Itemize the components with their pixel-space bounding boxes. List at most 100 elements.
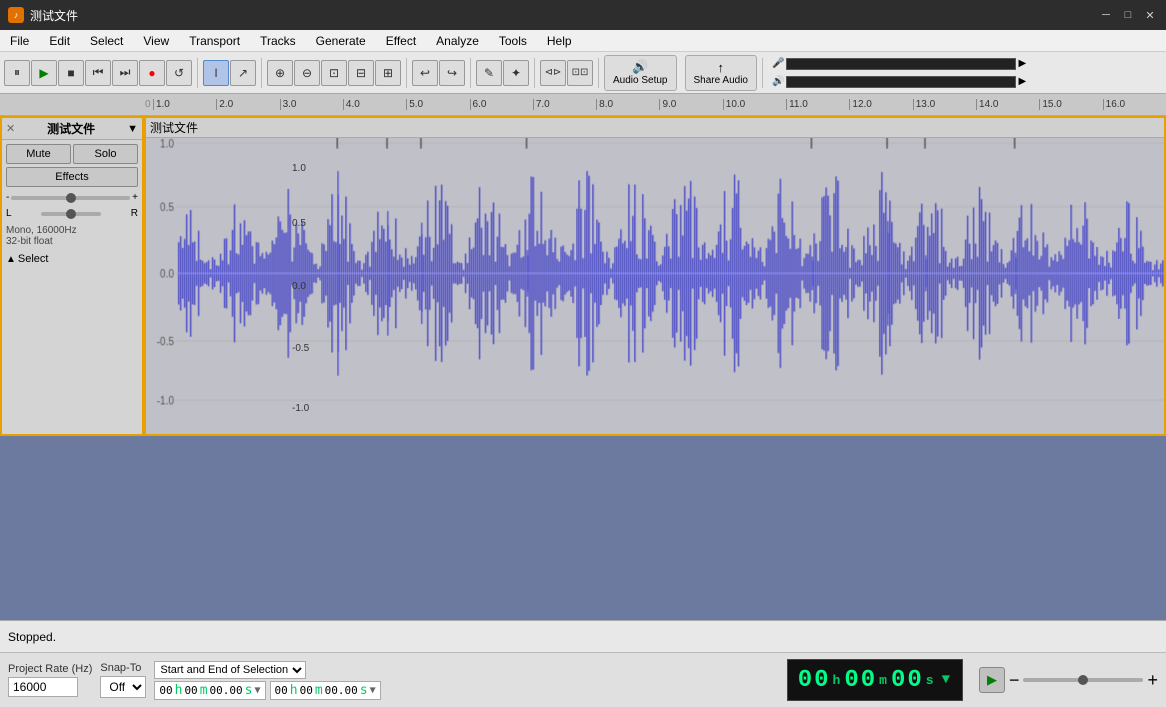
ruler-tick: 13.0 xyxy=(913,99,976,110)
select-row: ▲ Select xyxy=(2,251,142,267)
next-button[interactable]: ⏭ xyxy=(112,60,138,86)
menu-item-file[interactable]: File xyxy=(0,30,39,51)
time2-arrow[interactable]: ▼ xyxy=(370,685,376,696)
zoom-fit-button[interactable]: ⊟ xyxy=(348,60,374,86)
time2-min: 00 xyxy=(300,684,313,697)
minimize-button[interactable]: ─ xyxy=(1098,7,1114,23)
undo-button[interactable]: ↩ xyxy=(412,60,438,86)
pause-button[interactable]: ⏸ xyxy=(4,60,30,86)
time-display-arrow[interactable]: ▼ xyxy=(942,672,952,688)
audio-setup-button[interactable]: 🔊 Audio Setup xyxy=(604,55,677,91)
ruler-tick: 4.0 xyxy=(343,99,406,110)
vu-meter-rec: 🎤 ▶ xyxy=(772,56,1026,72)
menu-item-analyze[interactable]: Analyze xyxy=(426,30,489,51)
speed-thumb xyxy=(1078,675,1088,685)
display-seconds: 00 xyxy=(891,667,924,694)
menu-item-edit[interactable]: Edit xyxy=(39,30,80,51)
zoom-in-button[interactable]: ⊕ xyxy=(267,60,293,86)
vu-meters: 🎤 ▶ 🔊 ▶ xyxy=(772,56,1026,90)
track-menu-button[interactable]: ▼ xyxy=(127,123,138,135)
menu-item-generate[interactable]: Generate xyxy=(306,30,376,51)
play-button[interactable]: ▶ xyxy=(31,60,57,86)
pan-thumb xyxy=(66,209,76,219)
zoom-out2-button[interactable]: ⊞ xyxy=(375,60,401,86)
loop-button[interactable]: ↺ xyxy=(166,60,192,86)
menu-item-tools[interactable]: Tools xyxy=(489,30,537,51)
y-scale-bot: -1.0 xyxy=(292,403,309,414)
ruler-tick: 10.0 xyxy=(723,99,786,110)
stop-button[interactable]: ■ xyxy=(58,60,84,86)
selection-section: Start and End of Selection 00 h 00 m 00.… xyxy=(154,661,778,700)
project-rate-input[interactable] xyxy=(8,677,78,697)
draw-tool[interactable]: ✎ xyxy=(476,60,502,86)
select-tool[interactable]: I xyxy=(203,60,229,86)
speed-slider[interactable] xyxy=(1023,678,1143,682)
select-label[interactable]: Select xyxy=(18,253,49,265)
zoom-out-button[interactable]: ⊖ xyxy=(294,60,320,86)
redo-button[interactable]: ↪ xyxy=(439,60,465,86)
vu-expand-icon[interactable]: ▶ xyxy=(1018,58,1026,69)
app-icon: ♪ xyxy=(8,7,24,23)
silence-tool[interactable]: ⊡⊡ xyxy=(567,60,593,86)
close-button[interactable]: ✕ xyxy=(1142,7,1158,23)
mute-button[interactable]: Mute xyxy=(6,144,71,164)
selection-type-select[interactable]: Start and End of Selection xyxy=(154,661,306,679)
titlebar: ♪ 测试文件 ─ □ ✕ xyxy=(0,0,1166,30)
ruler-tick: 2.0 xyxy=(216,99,279,110)
time2-value: 00 xyxy=(275,684,288,697)
speed-control: − + xyxy=(1009,670,1158,691)
effects-button[interactable]: Effects xyxy=(6,167,138,187)
trim-tool[interactable]: ⊲⊳ xyxy=(540,60,566,86)
ruler-tick: 16.0 xyxy=(1103,99,1166,110)
vu-rec-icon: 🎤 xyxy=(772,58,784,69)
time-inputs: 00 h 00 m 00.00 s ▼ 00 h 00 m 00.00 s ▼ xyxy=(154,681,778,700)
ruler-zero: 0 xyxy=(145,99,151,110)
s-unit: s xyxy=(926,673,936,688)
time1-arrow[interactable]: ▼ xyxy=(254,685,260,696)
snap-to-select[interactable]: Off xyxy=(100,676,146,698)
y-scale-lower: -0.5 xyxy=(292,343,309,354)
prev-button[interactable]: ⏮ xyxy=(85,60,111,86)
time1-min: 00 xyxy=(184,684,197,697)
gain-slider[interactable] xyxy=(11,196,130,200)
speed-plus-icon[interactable]: + xyxy=(1147,670,1158,691)
display-minutes: 00 xyxy=(844,667,877,694)
share-audio-label: Share Audio xyxy=(694,75,749,86)
pan-row: L R xyxy=(6,208,138,219)
selection-label: Start and End of Selection xyxy=(154,661,778,679)
bottom-play-button[interactable]: ▶ xyxy=(979,667,1005,693)
menu-item-tracks[interactable]: Tracks xyxy=(250,30,306,51)
vu-expand2-icon[interactable]: ▶ xyxy=(1018,76,1026,87)
menu-item-transport[interactable]: Transport xyxy=(179,30,250,51)
separator-5 xyxy=(534,58,535,88)
zoom-selection-button[interactable]: ⊡ xyxy=(321,60,347,86)
menu-item-select[interactable]: Select xyxy=(80,30,133,51)
snap-to-section: Snap-To Off xyxy=(100,662,146,698)
audio-setup-label: Audio Setup xyxy=(613,75,668,86)
solo-button[interactable]: Solo xyxy=(73,144,138,164)
ruler-tick: 12.0 xyxy=(849,99,912,110)
envelope-tool[interactable]: ↗ xyxy=(230,60,256,86)
time-input-1[interactable]: 00 h 00 m 00.00 s ▼ xyxy=(154,681,265,700)
menu-item-effect[interactable]: Effect xyxy=(376,30,426,51)
select-arrow[interactable]: ▲ xyxy=(6,254,16,265)
bottom-play-controls: ▶ − + xyxy=(979,667,1158,693)
share-audio-button[interactable]: ↑ Share Audio xyxy=(685,55,758,91)
menu-item-view[interactable]: View xyxy=(133,30,179,51)
record-button[interactable]: ● xyxy=(139,60,165,86)
track-info: Mono, 16000Hz 32-bit float xyxy=(2,223,142,249)
empty-area xyxy=(0,436,1166,620)
gain-row: - + xyxy=(6,192,138,203)
pan-slider[interactable] xyxy=(41,212,101,216)
multi-tool[interactable]: ✦ xyxy=(503,60,529,86)
time-input-2[interactable]: 00 h 00 m 00.00 s ▼ xyxy=(270,681,381,700)
ruler-tick: 7.0 xyxy=(533,99,596,110)
time1-sec: 00.00 xyxy=(210,684,243,697)
titlebar-controls: ─ □ ✕ xyxy=(1098,7,1158,23)
maximize-button[interactable]: □ xyxy=(1120,7,1136,23)
menu-item-help[interactable]: Help xyxy=(537,30,582,51)
waveform-area[interactable]: 测试文件 1.0 0.5 0.0 -0.5 -1.0 xyxy=(144,116,1166,436)
speed-minus-icon[interactable]: − xyxy=(1009,670,1020,691)
track-close-button[interactable]: ✕ xyxy=(6,122,15,135)
time1-value: 00 xyxy=(159,684,172,697)
